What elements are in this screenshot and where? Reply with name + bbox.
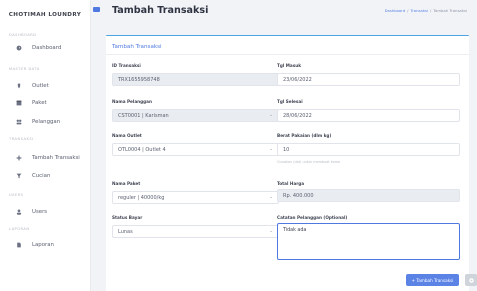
sidebar-item-label: Pelanggan <box>32 119 61 125</box>
status-bayar-label: Status Bayar <box>112 215 143 220</box>
tgl-masuk-label: Tgl Masuk <box>277 63 301 68</box>
nama-outlet-value: OTL0004 | Outlet 4 <box>118 146 166 153</box>
tgl-masuk-field[interactable]: 23/06/2022 <box>277 73 460 86</box>
outlet-icon <box>14 83 23 89</box>
sidebar-toggle-icon[interactable] <box>93 7 100 12</box>
laundry-icon <box>14 173 23 179</box>
card-divider <box>106 54 469 55</box>
breadcrumb: Dashboard / Transaksi / Tambah Transaksi <box>384 8 467 13</box>
breadcrumb-current: Tambah Transaksi <box>433 8 467 13</box>
tgl-selesai-field[interactable]: 28/06/2022 <box>277 109 460 122</box>
package-icon <box>14 100 23 106</box>
sidebar-item-label: Cucian <box>32 173 51 179</box>
sidebar-item-label: Dashboard <box>32 45 62 51</box>
page-title: Tambah Transaksi <box>112 5 209 16</box>
status-bayar-select[interactable]: Lunas ⌄ <box>112 225 279 238</box>
sidebar-item-label: Users <box>32 209 48 215</box>
sidebar-item-outlet[interactable]: Outlet <box>0 79 91 93</box>
nama-pelanggan-select[interactable]: CST0001 | Karisman ⌄ <box>112 109 279 122</box>
nama-paket-label: Nama Paket <box>112 181 141 186</box>
total-harga-label: Total Harga <box>277 181 305 186</box>
chevron-down-icon: ⌄ <box>269 113 273 118</box>
topbar: Tambah Transaksi Dashboard / Transaksi / Tam… <box>92 0 477 29</box>
sidebar-item-label: Laporan <box>32 242 54 248</box>
nama-pelanggan-label: Nama Pelanggan <box>112 99 152 104</box>
section-users: USERS <box>9 193 24 197</box>
nama-outlet-select[interactable]: OTL0004 | Outlet 4 ⌄ <box>112 143 279 156</box>
form-card: Tambah Transaksi ID Transaksi TRX1655958… <box>106 35 469 291</box>
sidebar-item-dashboard[interactable]: Dashboard <box>0 41 91 55</box>
total-harga-field: Rp. 400.000 <box>277 189 460 202</box>
nama-outlet-label: Nama Outlet <box>112 133 142 138</box>
chevron-down-icon: ⌄ <box>269 147 273 152</box>
tgl-selesai-label: Tgl Selesai <box>277 99 303 104</box>
berat-pakaian-field[interactable]: 10 <box>277 143 460 156</box>
id-transaksi-field: TRX1655958748 <box>112 73 279 86</box>
report-icon <box>14 242 23 248</box>
gear-icon[interactable] <box>465 274 477 286</box>
berat-pakaian-help: Gunakan (dot) untuk membuat koma <box>277 160 341 164</box>
sidebar: CHOTIMAH LOUNDRY DASHBOARD Dashboard MAS… <box>0 0 91 291</box>
breadcrumb-dashboard[interactable]: Dashboard <box>385 8 406 13</box>
sidebar-item-pelanggan[interactable]: Pelanggan <box>0 115 91 129</box>
nama-pelanggan-value: CST0001 | Karisman <box>118 112 169 119</box>
section-laporan: LAPORAN <box>9 227 30 231</box>
user-icon <box>14 209 23 215</box>
breadcrumb-transaksi[interactable]: Transaksi <box>410 8 428 13</box>
add-transaction-icon <box>14 155 23 161</box>
section-master-data: MASTER DATA <box>9 67 40 71</box>
sidebar-item-label: Paket <box>32 100 47 106</box>
id-transaksi-label: ID Transaksi <box>112 63 141 68</box>
tambah-transaksi-button[interactable]: + Tambah Transaksi <box>406 274 459 286</box>
card-title: Tambah Transaksi <box>112 44 162 50</box>
sidebar-item-users[interactable]: Users <box>0 205 91 219</box>
section-dashboard: DASHBOARD <box>9 33 37 37</box>
berat-pakaian-label: Berat Pakaian (dlm kg) <box>277 133 332 138</box>
dashboard-icon <box>14 45 23 51</box>
chevron-down-icon: ⌄ <box>269 195 273 200</box>
sidebar-item-label: Outlet <box>32 83 49 89</box>
nama-paket-select[interactable]: reguler | 40000/kg ⌄ <box>112 191 279 204</box>
brand-logo[interactable]: CHOTIMAH LOUNDRY <box>0 0 90 30</box>
catatan-textarea[interactable]: Tidak ada <box>277 223 460 260</box>
catatan-label: Catatan Pelanggan (Optional) <box>277 215 348 220</box>
section-transaksi: TRANSAKSI <box>9 137 34 141</box>
sidebar-item-cucian[interactable]: Cucian <box>0 169 91 183</box>
sidebar-item-tambah-transaksi[interactable]: Tambah Transaksi <box>0 151 91 165</box>
sidebar-item-laporan[interactable]: Laporan <box>0 238 91 252</box>
sidebar-item-label: Tambah Transaksi <box>32 155 80 161</box>
status-bayar-value: Lunas <box>118 228 133 235</box>
sidebar-item-paket[interactable]: Paket <box>0 96 91 110</box>
nama-paket-value: reguler | 40000/kg <box>118 194 165 201</box>
chevron-down-icon: ⌄ <box>269 229 273 234</box>
customers-icon <box>14 119 23 125</box>
